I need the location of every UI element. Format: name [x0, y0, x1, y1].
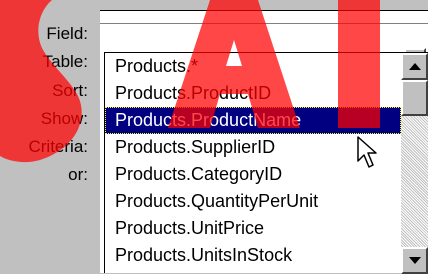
list-item[interactable]: Products.UnitsInStock — [105, 242, 401, 269]
field-dropdown-list[interactable]: Products.* Products.ProductID Products.P… — [104, 52, 428, 274]
row-label-criteria: Criteria: — [28, 137, 88, 156]
list-item[interactable]: Products.QuantityPerUnit — [105, 188, 401, 215]
field-combo-input[interactable] — [100, 23, 428, 69]
list-item[interactable]: Products.* — [105, 53, 401, 80]
list-item[interactable]: Products.UnitPrice — [105, 215, 401, 242]
scroll-down-button[interactable] — [401, 247, 428, 274]
row-label-or: or: — [68, 165, 88, 184]
scroll-thumb[interactable] — [401, 80, 428, 116]
row-label-sort: Sort: — [52, 81, 88, 100]
column-header-strip[interactable] — [100, 0, 428, 11]
list-item[interactable]: Products.ProductName — [105, 107, 401, 134]
row-label-field: Field: — [46, 24, 88, 43]
triangle-up-icon — [408, 63, 421, 70]
scroll-up-button[interactable] — [401, 53, 428, 80]
vertical-scrollbar[interactable] — [401, 53, 428, 274]
arrow-cursor-icon — [357, 136, 377, 168]
row-labels-panel: Field: Table: Sort: Show: Criteria: or: — [0, 0, 96, 273]
triangle-down-icon — [408, 257, 421, 264]
row-label-table: Table: — [42, 52, 88, 71]
row-label-show: Show: — [40, 109, 88, 128]
list-item[interactable]: Products.ProductID — [105, 80, 401, 107]
